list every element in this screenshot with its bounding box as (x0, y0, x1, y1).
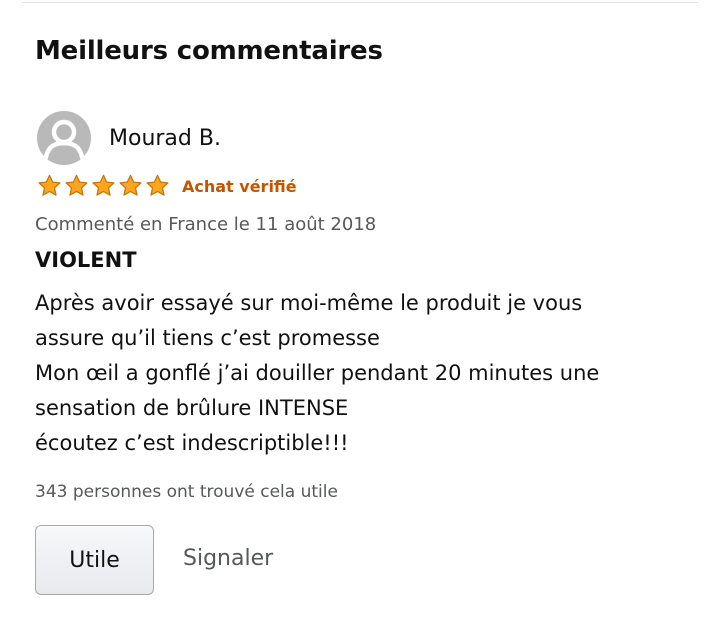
review-body-line: sensation de brûlure INTENSE (35, 396, 349, 420)
review-body-line: écoutez c’est indescriptible!!! (35, 431, 349, 455)
star-icon (38, 174, 61, 196)
report-link[interactable]: Signaler (183, 546, 273, 571)
default-user-icon (37, 111, 91, 165)
rating-row: Achat vérifié (36, 173, 297, 199)
review-date: Commenté en France le 11 août 2018 (35, 214, 377, 235)
star-icon (119, 174, 142, 196)
star-icon (146, 174, 169, 196)
review-body-line: Mon œil a gonflé j’ai douiller pendant 2… (35, 361, 600, 385)
star-rating (36, 173, 171, 199)
section-title: Meilleurs commentaires (35, 36, 383, 66)
helpful-button[interactable]: Utile (35, 525, 154, 595)
helpful-count: 343 personnes ont trouvé cela utile (35, 482, 338, 502)
review-author: Mourad B. (37, 111, 221, 165)
star-icon (92, 174, 115, 196)
review-body: Après avoir essayé sur moi-même le produ… (35, 286, 695, 461)
review-body-line: assure qu’il tiens c’est promesse (35, 326, 380, 350)
top-divider (22, 2, 698, 3)
star-icon (65, 174, 88, 196)
verified-purchase-badge: Achat vérifié (182, 176, 297, 196)
review-body-line: Après avoir essayé sur moi-même le produ… (35, 291, 583, 315)
author-name: Mourad B. (109, 125, 221, 151)
review-title: VIOLENT (35, 248, 137, 272)
